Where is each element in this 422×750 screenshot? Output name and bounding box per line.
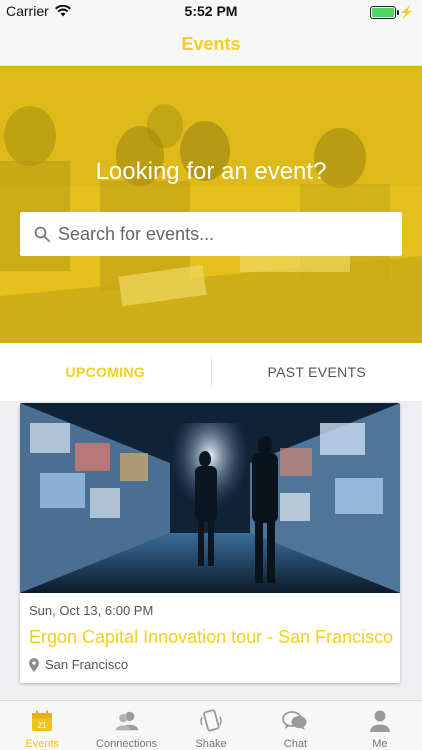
- battery-icon: [370, 5, 400, 19]
- tabbar-item-shake[interactable]: Shake: [169, 701, 253, 750]
- charging-bolt-icon: ⚡: [399, 5, 414, 19]
- tabbar-item-chat[interactable]: Chat: [253, 701, 337, 750]
- person-icon: [367, 708, 393, 734]
- people-icon: [114, 708, 140, 734]
- tab-past-events[interactable]: PAST EVENTS: [212, 343, 422, 401]
- tabbar-label-shake: Shake: [195, 738, 227, 750]
- tabbar-item-connections[interactable]: Connections: [84, 701, 168, 750]
- calendar-icon: 21: [29, 708, 55, 734]
- search-icon: [34, 226, 50, 242]
- event-cover-image: [20, 403, 400, 593]
- hero-title: Looking for an event?: [95, 158, 327, 185]
- event-location-label: San Francisco: [45, 657, 129, 672]
- shake-phone-icon: [198, 708, 224, 734]
- status-time: 5:52 PM: [184, 3, 238, 19]
- tabbar-label-chat: Chat: [283, 738, 308, 750]
- svg-text:21: 21: [38, 721, 47, 730]
- tab-upcoming[interactable]: UPCOMING: [0, 343, 211, 401]
- search-bar[interactable]: [20, 212, 402, 256]
- status-bar: Carrier 5:52 PM ⚡: [0, 0, 422, 24]
- tabbar-label-connections: Connections: [96, 738, 158, 750]
- navigation-bar: Events: [0, 24, 422, 66]
- tabbar-label-me: Me: [372, 738, 388, 750]
- tabbar-item-events[interactable]: 21 Events: [0, 701, 84, 750]
- page-title: Events: [181, 34, 241, 54]
- search-input[interactable]: [58, 223, 378, 245]
- location-pin-icon: [29, 657, 39, 672]
- hero-banner: Looking for an event?: [0, 66, 422, 343]
- event-tabs: UPCOMING PAST EVENTS: [0, 343, 422, 401]
- chat-bubbles-icon: [282, 708, 308, 734]
- tabbar-item-me[interactable]: Me: [338, 701, 422, 750]
- event-title[interactable]: Ergon Capital Innovation tour - San Fran…: [29, 627, 394, 648]
- tabbar-label-events: Events: [25, 738, 60, 750]
- event-location: San Francisco: [29, 657, 128, 672]
- bottom-tab-bar: 21 Events Connections Shake Chat Me: [0, 700, 422, 750]
- hero-background-photo: [0, 66, 422, 343]
- event-date: Sun, Oct 13, 6:00 PM: [29, 603, 154, 618]
- event-card[interactable]: Sun, Oct 13, 6:00 PM Ergon Capital Innov…: [20, 403, 400, 683]
